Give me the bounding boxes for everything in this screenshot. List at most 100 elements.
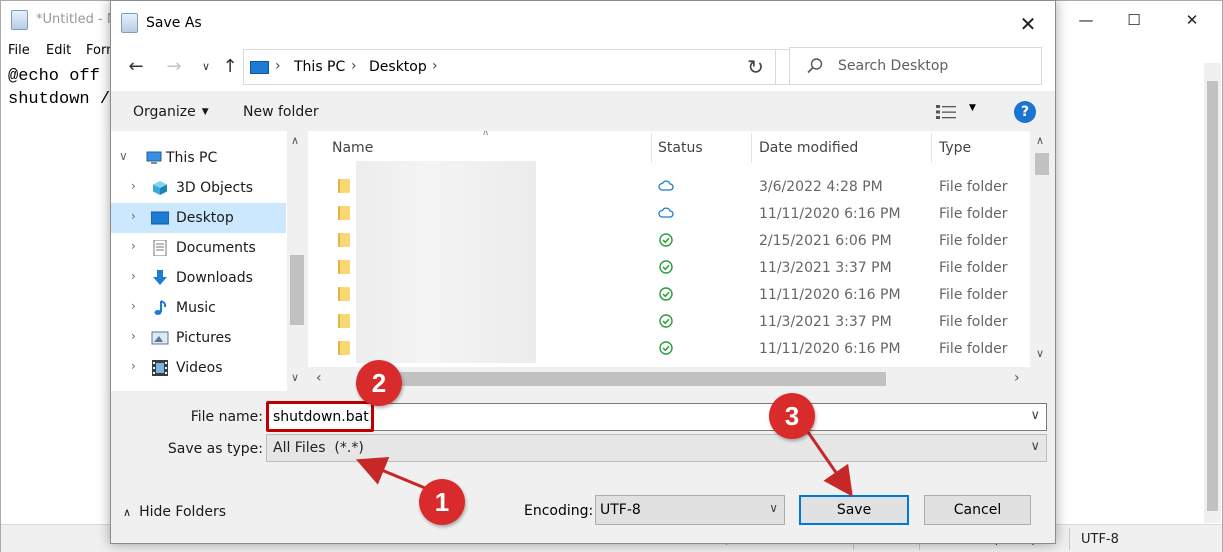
file-name-field[interactable]: ∨: [266, 403, 1047, 431]
scroll-thumb[interactable]: [358, 372, 886, 386]
tree-item-this-pc[interactable]: ∨ This PC: [111, 143, 286, 173]
file-name-highlight: [266, 401, 374, 432]
dialog-title-bar: Save As ✕: [111, 1, 1055, 45]
folder-icon: [338, 206, 350, 220]
collapsed-chevron-icon[interactable]: ›: [131, 209, 136, 223]
collapsed-chevron-icon[interactable]: ›: [131, 179, 136, 193]
scroll-down-icon[interactable]: ∨: [1036, 347, 1044, 360]
view-options-icon[interactable]: [936, 105, 958, 119]
scroll-thumb[interactable]: [290, 255, 304, 325]
scroll-left-icon[interactable]: ‹: [316, 370, 322, 386]
encoding-dropdown[interactable]: UTF-8 ∨: [595, 495, 785, 525]
folder-icon: [338, 260, 350, 274]
tree-label: This PC: [166, 150, 218, 166]
chevron-right-icon[interactable]: ›: [351, 58, 357, 74]
pictures-icon: [151, 331, 169, 345]
new-folder-button[interactable]: New folder: [243, 104, 319, 120]
menu-file[interactable]: File: [8, 43, 30, 58]
redacted-file-names: [356, 161, 536, 363]
column-status[interactable]: Status: [658, 140, 703, 156]
date-modified-cell: 11/11/2020 6:16 PM: [759, 287, 901, 303]
back-arrow-icon[interactable]: ←: [125, 55, 147, 79]
chevron-down-icon[interactable]: ∨: [1030, 408, 1040, 423]
desktop-icon: [151, 211, 169, 225]
cancel-button[interactable]: Cancel: [924, 495, 1031, 525]
save-as-type-value: All Files (*.*): [273, 440, 364, 456]
tree-item-desktop[interactable]: › Desktop: [111, 203, 286, 233]
tree-item-downloads[interactable]: › Downloads: [111, 263, 286, 293]
scroll-up-icon[interactable]: ∧: [291, 134, 299, 147]
chevron-right-icon[interactable]: ›: [275, 58, 281, 74]
column-name[interactable]: Name: [332, 140, 373, 156]
column-type[interactable]: Type: [939, 140, 971, 156]
tree-label: Desktop: [176, 210, 234, 226]
organize-button[interactable]: Organize ▼: [133, 104, 209, 120]
folder-icon: [338, 179, 350, 193]
menu-edit[interactable]: Edit: [46, 43, 71, 58]
navigation-pane-scrollbar[interactable]: ∧ ∨: [287, 131, 307, 391]
breadcrumb-this-pc[interactable]: This PC: [294, 59, 345, 75]
scroll-thumb[interactable]: [1035, 153, 1049, 175]
date-modified-cell: 3/6/2022 4:28 PM: [759, 179, 883, 195]
chevron-down-icon[interactable]: ∨: [1030, 439, 1040, 454]
search-input[interactable]: [838, 56, 1028, 76]
step-1-badge: 1: [419, 479, 465, 525]
type-cell: File folder: [939, 287, 1008, 303]
hide-folders-button[interactable]: ∧ Hide Folders: [123, 504, 226, 520]
column-date-modified[interactable]: Date modified: [759, 140, 858, 156]
cloud-icon: [658, 207, 674, 218]
tree-item-documents[interactable]: › Documents: [111, 233, 286, 263]
file-list-vertical-scrollbar[interactable]: ∧ ∨: [1030, 131, 1054, 363]
film-icon: [152, 360, 168, 376]
date-modified-cell: 11/3/2021 3:37 PM: [759, 260, 892, 276]
search-box[interactable]: [789, 47, 1042, 85]
tree-item-pictures[interactable]: › Pictures: [111, 323, 286, 353]
expanded-chevron-icon[interactable]: ∨: [119, 149, 128, 163]
collapsed-chevron-icon[interactable]: ›: [131, 269, 136, 283]
save-as-type-label: Save as type:: [167, 441, 263, 457]
notepad-editor[interactable]: @echo off shutdown /s: [8, 65, 120, 111]
tree-item-videos[interactable]: › Videos: [111, 353, 286, 383]
dialog-close-button[interactable]: ✕: [1011, 9, 1045, 39]
tree-item-3d-objects[interactable]: › 3D Objects: [111, 173, 286, 203]
scroll-up-icon[interactable]: ∧: [1036, 134, 1044, 147]
music-note-icon: [154, 300, 167, 315]
breadcrumb-desktop[interactable]: Desktop: [369, 59, 427, 75]
chevron-down-icon: ∨: [769, 501, 778, 515]
file-name-input[interactable]: [273, 407, 973, 427]
recent-locations-chevron-icon[interactable]: ∨: [195, 55, 217, 79]
help-icon[interactable]: ?: [1014, 101, 1036, 123]
save-as-type-dropdown[interactable]: All Files (*.*) ∨: [266, 434, 1047, 462]
file-name-label: File name:: [190, 409, 263, 425]
collapsed-chevron-icon[interactable]: ›: [131, 239, 136, 253]
file-list-horizontal-scrollbar[interactable]: ‹ ›: [308, 367, 1030, 391]
refresh-button[interactable]: ↻: [736, 49, 776, 85]
organize-label: Organize: [133, 104, 196, 120]
download-icon: [153, 270, 167, 285]
scroll-down-icon[interactable]: ∨: [291, 371, 299, 384]
collapsed-chevron-icon[interactable]: ›: [131, 299, 136, 313]
up-arrow-icon[interactable]: ↑: [219, 55, 241, 79]
save-button[interactable]: Save: [799, 495, 909, 525]
date-modified-cell: 11/11/2020 6:16 PM: [759, 206, 901, 222]
encoding-value: UTF-8: [600, 502, 641, 518]
chevron-right-icon[interactable]: ›: [432, 58, 438, 74]
notepad-icon: [11, 10, 28, 30]
scroll-right-icon[interactable]: ›: [1014, 370, 1020, 386]
view-caret-down-icon[interactable]: ▼: [969, 103, 976, 113]
computer-icon: [146, 151, 162, 164]
chevron-up-icon: ∧: [123, 506, 132, 519]
collapsed-chevron-icon[interactable]: ›: [131, 329, 136, 343]
forward-arrow-icon[interactable]: →: [163, 55, 185, 79]
type-cell: File folder: [939, 179, 1008, 195]
notepad-close-button[interactable]: ✕: [1169, 7, 1215, 33]
collapsed-chevron-icon[interactable]: ›: [131, 359, 136, 373]
synced-check-icon: [659, 287, 673, 301]
tree-item-music[interactable]: › Music: [111, 293, 286, 323]
maximize-button[interactable]: ☐: [1111, 7, 1157, 33]
step-2-badge: 2: [356, 360, 402, 406]
notepad-scrollbar[interactable]: [1204, 63, 1221, 523]
synced-check-icon: [659, 260, 673, 274]
minimize-button[interactable]: —: [1063, 7, 1109, 33]
caret-down-icon: ▼: [201, 107, 209, 117]
